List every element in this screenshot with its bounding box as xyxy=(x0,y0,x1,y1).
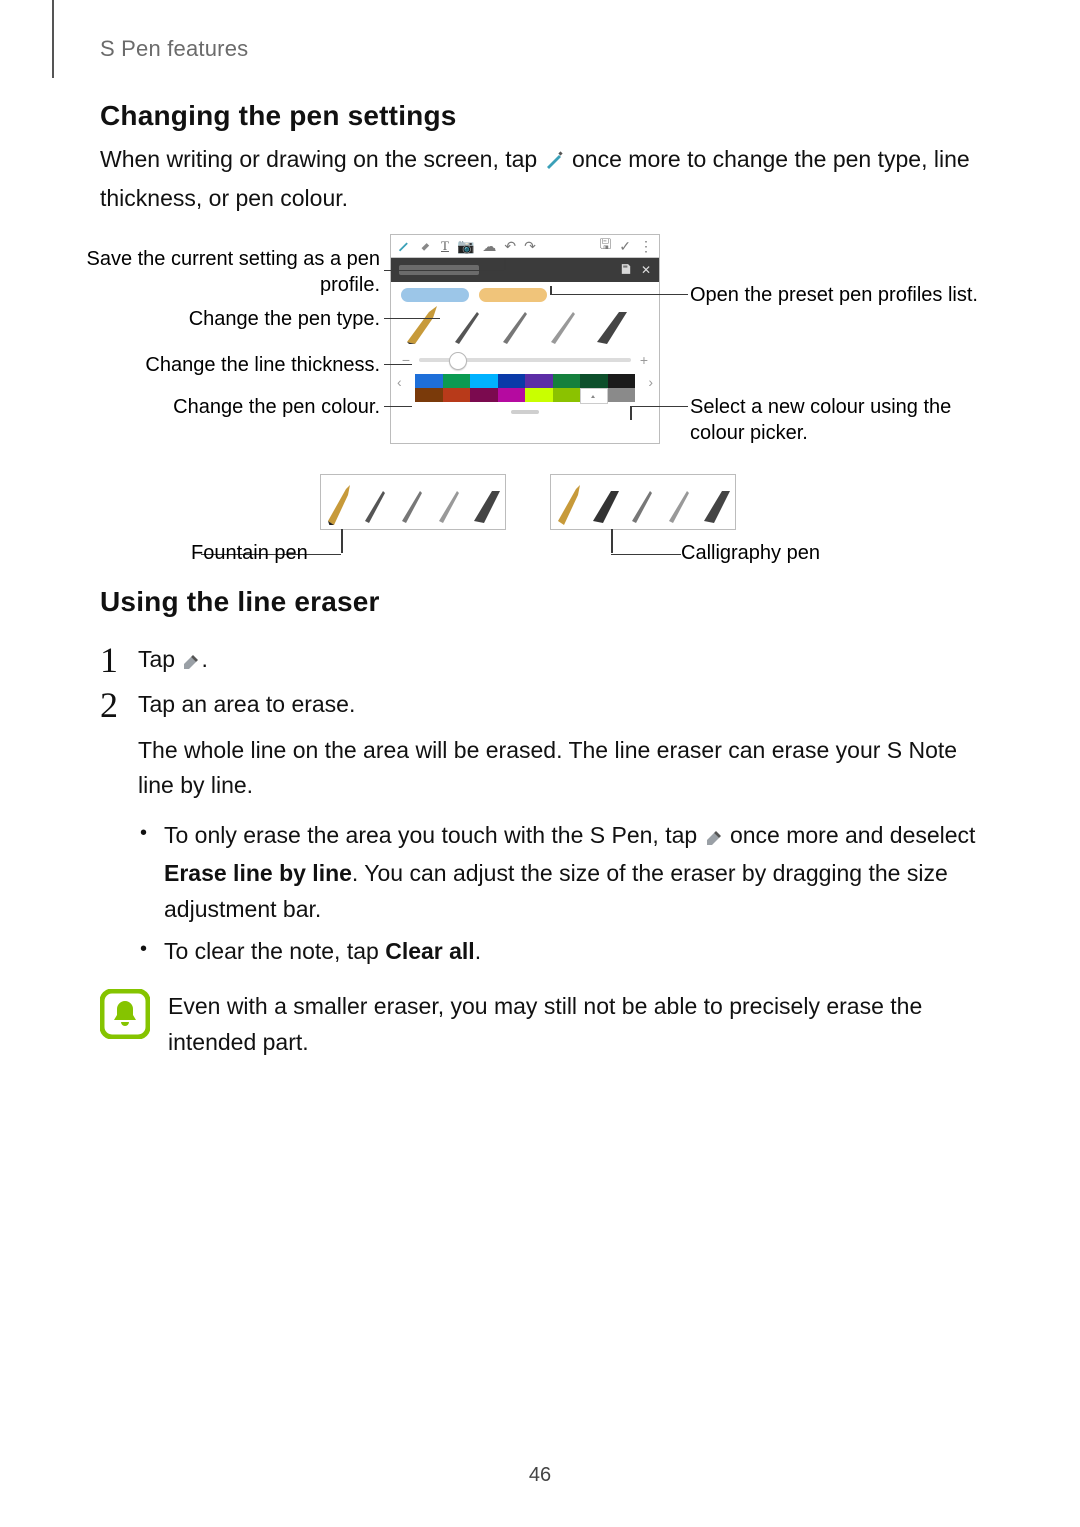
bullet1-a: To only erase the area you touch with th… xyxy=(164,822,704,848)
colour-swatch xyxy=(553,388,581,402)
settings-panel: T 📷 ☁ ↶ ↷ 🖫 ✓ ⋮ ✕ xyxy=(390,234,660,444)
redo-icon: ↷ xyxy=(524,238,536,255)
callout-change-type: Change the pen type. xyxy=(70,306,380,332)
bullet2-a: To clear the note, tap xyxy=(164,938,385,964)
step-2: 2 Tap an area to erase. The whole line o… xyxy=(100,687,980,975)
colour-swatch xyxy=(415,374,443,388)
colour-swatch xyxy=(498,374,526,388)
section1-lead: When writing or drawing on the screen, t… xyxy=(100,142,980,216)
pen-type-row xyxy=(391,304,659,350)
step2-text-b: The whole line on the area will be erase… xyxy=(138,733,980,804)
colour-picker-icon xyxy=(580,388,608,404)
callout-calligraphy-pen: Calligraphy pen xyxy=(681,542,820,565)
chevron-left-icon: ‹ xyxy=(397,374,402,390)
colour-swatch xyxy=(553,374,581,388)
bullet2-bold: Clear all xyxy=(385,938,475,964)
callout-save-profile: Save the current setting as a pen profil… xyxy=(70,246,380,298)
callout-change-colour: Change the pen colour. xyxy=(70,394,380,420)
note-bell-icon xyxy=(100,989,150,1060)
minus-icon: − xyxy=(401,352,411,368)
callout-change-thickness: Change the line thickness. xyxy=(70,352,380,378)
pen-icon xyxy=(397,238,411,255)
colour-swatch xyxy=(498,388,526,402)
callout-colour-picker: Select a new colour using the colour pic… xyxy=(690,394,990,446)
plus-icon: + xyxy=(639,352,649,368)
callout-fountain-pen: Fountain pen xyxy=(191,542,308,565)
section2-title: Using the line eraser xyxy=(100,586,980,618)
save-icon: 🖫 xyxy=(599,234,611,258)
check-icon: ✓ xyxy=(619,238,631,255)
bullet1-bold: Erase line by line xyxy=(164,860,352,886)
colour-swatch xyxy=(608,374,636,388)
section1-lead-a: When writing or drawing on the screen, t… xyxy=(100,146,544,172)
colour-swatch xyxy=(443,388,471,402)
preset-chip xyxy=(401,288,469,302)
colour-swatch xyxy=(470,374,498,388)
thickness-slider: − + xyxy=(391,350,659,370)
colour-palette: ‹ › xyxy=(391,370,659,406)
camera-icon: 📷 xyxy=(457,238,474,255)
header-vertical-rule xyxy=(52,0,54,78)
bullet-2: To clear the note, tap Clear all. xyxy=(164,934,980,970)
note-text: Even with a smaller eraser, you may stil… xyxy=(168,989,980,1060)
step1-text-b: . xyxy=(201,646,207,672)
colour-swatch xyxy=(525,374,553,388)
callout-open-presets: Open the preset pen profiles list. xyxy=(690,282,990,308)
more-icon: ⋮ xyxy=(639,238,653,255)
drag-handle-icon xyxy=(511,410,539,414)
preset-chip xyxy=(479,288,547,302)
bullet2-b: . xyxy=(475,938,481,964)
bullet1-b: once more and deselect xyxy=(724,822,976,848)
colour-swatch xyxy=(443,374,471,388)
breadcrumb: S Pen features xyxy=(100,36,248,62)
pen-settings-diagram: T 📷 ☁ ↶ ↷ 🖫 ✓ ⋮ ✕ xyxy=(100,234,980,574)
eraser-icon xyxy=(181,645,201,681)
colour-swatch xyxy=(608,388,636,402)
section1-title: Changing the pen settings xyxy=(100,100,980,132)
colour-swatch xyxy=(525,388,553,402)
close-icon: ✕ xyxy=(641,263,651,277)
bullet-1: To only erase the area you touch with th… xyxy=(164,818,980,928)
text-icon: T xyxy=(441,238,449,254)
colour-swatch xyxy=(470,388,498,402)
undo-icon: ↶ xyxy=(504,238,516,255)
profile-save-icon xyxy=(619,262,633,279)
chevron-right-icon: › xyxy=(648,374,653,390)
step1-text-a: Tap xyxy=(138,646,181,672)
eraser-icon xyxy=(419,238,433,255)
colour-swatch xyxy=(580,374,608,388)
info-note: Even with a smaller eraser, you may stil… xyxy=(100,989,980,1060)
pen-icon xyxy=(544,145,566,181)
pen-type-card-fountain: Fountain pen xyxy=(320,474,506,530)
cloud-icon: ☁ xyxy=(482,238,496,255)
pen-type-card-calligraphy: Calligraphy pen xyxy=(550,474,736,530)
panel-toolbar: T 📷 ☁ ↶ ↷ 🖫 ✓ ⋮ xyxy=(391,235,659,258)
eraser-icon xyxy=(704,821,724,857)
page-number: 46 xyxy=(0,1464,1080,1487)
colour-swatch xyxy=(415,388,443,402)
step2-text-a: Tap an area to erase. xyxy=(138,687,980,723)
step-1: 1 Tap . xyxy=(100,642,980,681)
